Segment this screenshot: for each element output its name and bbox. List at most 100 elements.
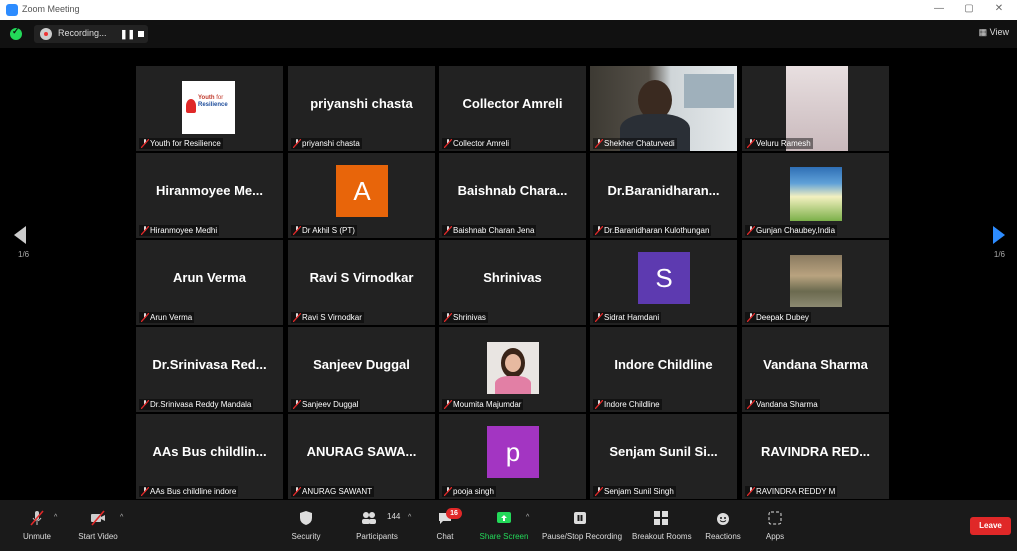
muted-mic-icon [595, 487, 603, 496]
participant-name-label: Deepak Dubey [745, 312, 811, 323]
participant-display-name: Hiranmoyee Me... [156, 183, 263, 198]
participant-display-name: priyanshi chasta [310, 96, 413, 111]
video-options-chevron-icon[interactable]: ^ [120, 514, 123, 521]
participant-name-label: Dr.Baranidharan Kulothungan [593, 225, 712, 236]
muted-mic-icon [444, 226, 452, 235]
muted-mic-icon [747, 226, 755, 235]
pause-stop-icon [574, 512, 586, 524]
view-button[interactable]: ▦ View [979, 27, 1009, 38]
participants-button[interactable]: 144 Participants [350, 500, 404, 551]
window-title: Zoom Meeting [22, 4, 80, 14]
stop-recording-icon[interactable] [138, 31, 144, 37]
participant-tile[interactable]: Gunjan Chaubey,India [742, 153, 889, 238]
youth-for-resilience-logo: Youth for Resilience [182, 81, 235, 134]
participant-tile[interactable]: priyanshi chasta priyanshi chasta [288, 66, 435, 151]
participant-display-name: Dr.Srinivasa Red... [152, 357, 267, 372]
participant-tile[interactable]: Veluru Ramesh [742, 66, 889, 151]
next-page-icon[interactable] [993, 226, 1005, 244]
pause-recording-icon[interactable]: ❚❚ [120, 29, 135, 40]
leave-button[interactable]: Leave [970, 517, 1011, 535]
muted-mic-icon [30, 510, 44, 526]
previous-page-icon[interactable] [14, 226, 26, 244]
minimize-icon[interactable]: — [932, 3, 946, 14]
participant-tile[interactable]: S Sidrat Hamdani [590, 240, 737, 325]
participant-name-label: pooja singh [442, 486, 496, 497]
participant-name-label: Senjam Sunil Singh [593, 486, 676, 497]
participant-photo [487, 342, 539, 394]
participant-tile[interactable]: Moumita Majumdar [439, 327, 586, 412]
participant-name-label: Shrinivas [442, 312, 488, 323]
participant-tile[interactable]: Arun Verma Arun Verma [136, 240, 283, 325]
participant-name-label: Indore Childline [593, 399, 662, 410]
participant-name-label: Hiranmoyee Medhi [139, 225, 220, 236]
participant-avatar: A [336, 165, 388, 217]
participant-name-label: priyanshi chasta [291, 138, 362, 149]
participant-tile[interactable]: Baishnab Chara... Baishnab Charan Jena [439, 153, 586, 238]
muted-mic-icon [141, 487, 149, 496]
share-screen-button[interactable]: Share Screen [478, 500, 530, 551]
participant-tile[interactable]: Dr.Baranidharan... Dr.Baranidharan Kuloth… [590, 153, 737, 238]
participant-tile[interactable]: Dr.Srinivasa Red... Dr.Srinivasa Reddy Ma… [136, 327, 283, 412]
participant-display-name: AAs Bus childlin... [152, 444, 267, 459]
share-options-chevron-icon[interactable]: ^ [526, 514, 529, 521]
participant-tile[interactable]: Collector Amreli Collector Amreli [439, 66, 586, 151]
muted-mic-icon [595, 226, 603, 235]
meeting-topbar: Recording... ❚❚ ▦ View [0, 20, 1017, 48]
participant-tile[interactable]: Deepak Dubey [742, 240, 889, 325]
window-titlebar: Zoom Meeting — ▢ ✕ [0, 0, 1017, 20]
participant-tile[interactable]: ANURAG SAWA... ANURAG SAWANT [288, 414, 435, 499]
participant-tile[interactable]: Youth for Resilience Youth for Resilience [136, 66, 283, 151]
participant-name-label: Dr Akhil S (PT) [291, 225, 357, 236]
page-indicator-right: 1/6 [993, 250, 1005, 259]
participant-display-name: Dr.Baranidharan... [607, 183, 720, 198]
muted-mic-icon [293, 226, 301, 235]
muted-mic-icon [293, 487, 301, 496]
cloud-recording-icon [40, 28, 52, 40]
participant-tile[interactable]: Shekher Chaturvedi [590, 66, 737, 151]
participant-name-label: Youth for Resilience [139, 138, 223, 149]
muted-mic-icon [747, 487, 755, 496]
participant-name-label: Shekher Chaturvedi [593, 138, 677, 149]
encryption-shield-icon[interactable] [10, 26, 22, 40]
participant-tile[interactable]: RAVINDRA RED... RAVINDRA REDDY M [742, 414, 889, 499]
grid-icon: ▦ [978, 27, 990, 37]
participant-tile[interactable]: Indore Childline Indore Childline [590, 327, 737, 412]
muted-mic-icon [595, 313, 603, 322]
breakout-rooms-button[interactable]: Breakout Rooms [632, 500, 692, 551]
security-button[interactable]: Security [286, 500, 326, 551]
unmute-button[interactable]: Unmute [14, 500, 60, 551]
participant-display-name: Indore Childline [614, 357, 713, 372]
participant-tile[interactable]: A Dr Akhil S (PT) [288, 153, 435, 238]
reactions-smiley-icon [717, 513, 729, 525]
participant-name-label: Sanjeev Duggal [291, 399, 361, 410]
participant-tile[interactable]: AAs Bus childlin... AAs Bus childline ind… [136, 414, 283, 499]
participant-poster-image [790, 167, 842, 221]
muted-mic-icon [444, 487, 452, 496]
participant-name-label: Veluru Ramesh [745, 138, 813, 149]
participant-display-name: Vandana Sharma [763, 357, 868, 372]
participant-avatar: p [487, 426, 539, 478]
audio-options-chevron-icon[interactable]: ^ [54, 514, 57, 521]
participant-tile[interactable]: Hiranmoyee Me... Hiranmoyee Medhi [136, 153, 283, 238]
chat-unread-badge: 16 [446, 508, 462, 519]
participants-chevron-icon[interactable]: ^ [408, 514, 411, 521]
pause-stop-recording-button[interactable]: Pause/Stop Recording [540, 500, 624, 551]
participant-name-label: Dr.Srinivasa Reddy Mandala [139, 399, 254, 410]
apps-button[interactable]: Apps [756, 500, 794, 551]
close-icon[interactable]: ✕ [992, 3, 1006, 14]
participant-tile[interactable]: Vandana Sharma Vandana Sharma [742, 327, 889, 412]
participant-name-label: Baishnab Charan Jena [442, 225, 537, 236]
video-off-icon [91, 510, 105, 526]
participant-tile[interactable]: Sanjeev Duggal Sanjeev Duggal [288, 327, 435, 412]
participant-tile[interactable]: Senjam Sunil Si... Senjam Sunil Singh [590, 414, 737, 499]
participants-count: 144 [387, 512, 401, 521]
reactions-button[interactable]: Reactions [702, 500, 744, 551]
muted-mic-icon [595, 139, 603, 148]
participant-name-label: AAs Bus childline indore [139, 486, 239, 497]
muted-mic-icon [293, 313, 301, 322]
start-video-button[interactable]: Start Video [74, 500, 122, 551]
maximize-icon[interactable]: ▢ [962, 3, 976, 14]
participant-tile[interactable]: Ravi S Virnodkar Ravi S Virnodkar [288, 240, 435, 325]
participant-tile[interactable]: p pooja singh [439, 414, 586, 499]
participant-tile[interactable]: Shrinivas Shrinivas [439, 240, 586, 325]
